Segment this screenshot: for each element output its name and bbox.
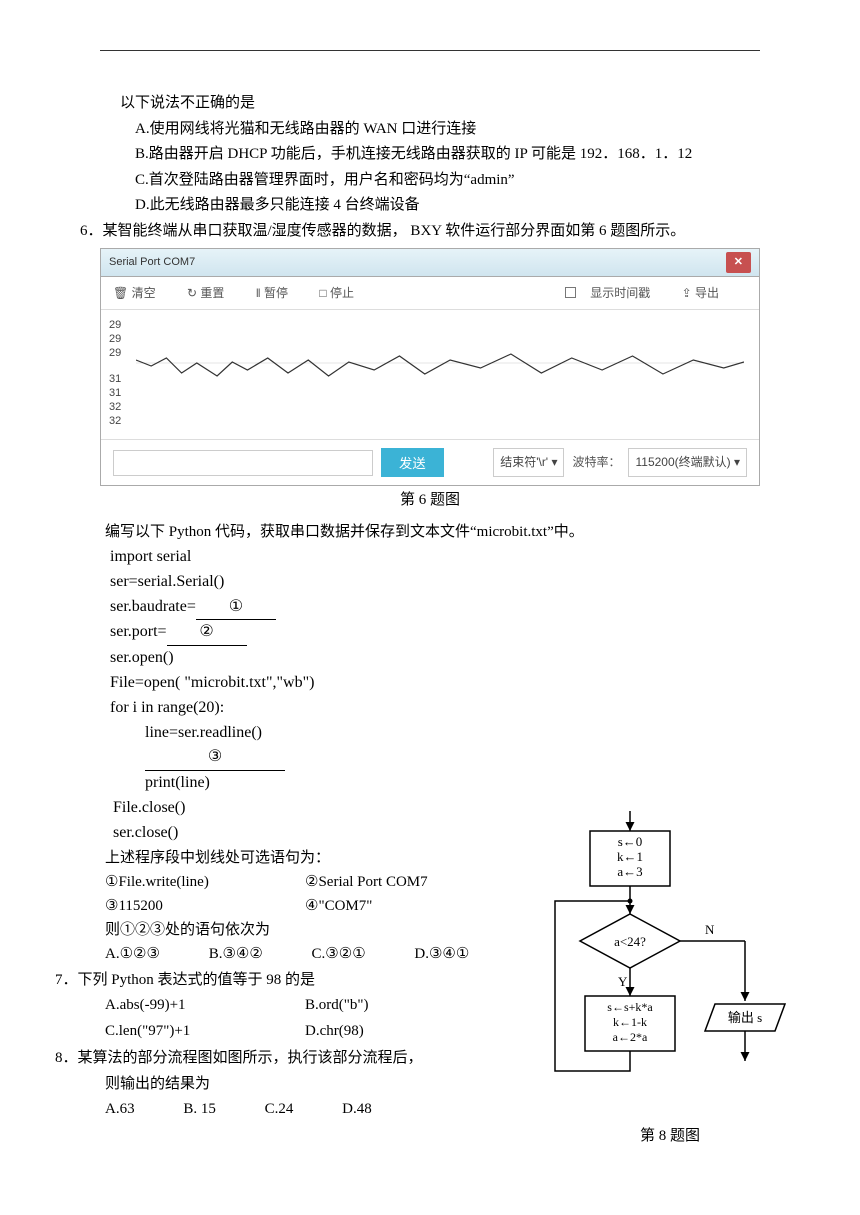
- q5-optB: B.路由器开启 DHCP 功能后，手机连接无线路由器获取的 IP 可能是 192…: [50, 142, 810, 168]
- q7-optD: D.chr(98): [305, 1019, 364, 1045]
- q8-optD: D.48: [342, 1097, 372, 1123]
- pause-button[interactable]: ‖ 暂停: [256, 286, 302, 300]
- q6-c4: ④"COM7": [305, 894, 372, 918]
- q6-optD: D.③④①: [414, 942, 469, 966]
- blank-3: ③: [145, 745, 285, 771]
- q8-caption: 第 8 题图: [530, 1124, 810, 1150]
- blank-1: ①: [196, 595, 276, 621]
- window-close-icon[interactable]: ✕: [726, 252, 751, 273]
- q5-optA: A.使用网线将光猫和无线路由器的 WAN 口进行连接: [50, 117, 810, 143]
- code-line: ③: [110, 745, 810, 771]
- svg-text:N: N: [705, 922, 715, 937]
- export-button[interactable]: ⇪ 导出: [682, 286, 733, 300]
- q6-c2: ②Serial Port COM7: [305, 870, 428, 894]
- q6-code: import serial ser=serial.Serial() ser.ba…: [50, 545, 810, 796]
- y-label: 29: [109, 318, 121, 332]
- code-line: line=ser.readline(): [110, 721, 810, 746]
- q7-optB: B.ord("b"): [305, 993, 369, 1019]
- q5-optD: D.此无线路由器最多只能连接 4 台终端设备: [50, 193, 810, 219]
- clear-button[interactable]: 🗑 清空: [113, 286, 170, 300]
- q8-optA: A.63: [105, 1097, 135, 1123]
- q6-optB: B.③④②: [209, 942, 263, 966]
- q5-optC: C.首次登陆路由器管理界面时，用户名和密码均为“admin”: [50, 168, 810, 194]
- q6-caption: 第 6 题图: [50, 488, 810, 514]
- svg-text:k←1-k: k←1-k: [613, 1015, 647, 1029]
- show-timestamp-checkbox[interactable]: 显示时间戳: [565, 286, 664, 300]
- q5-stem-cont: 以下说法不正确的是: [50, 91, 810, 117]
- y-label: 31: [109, 372, 121, 386]
- q7-num: 7．: [55, 972, 78, 988]
- q6-c1: ①File.write(line): [105, 870, 305, 894]
- q6-optC: C.③②①: [312, 942, 366, 966]
- code-line: ser.baudrate=①: [110, 595, 810, 621]
- svg-text:Y: Y: [618, 974, 628, 989]
- code-line: print(line): [110, 771, 810, 796]
- baud-label: 波特率：: [572, 452, 620, 472]
- q6-para: 编写以下 Python 代码，获取串口数据并保存到文本文件“microbit.t…: [50, 520, 810, 546]
- svg-text:k←1: k←1: [617, 849, 643, 864]
- reset-button[interactable]: ↻ 重置: [187, 286, 238, 300]
- q7-stem: 下列 Python 表达式的值等于 98 的是: [78, 972, 316, 988]
- line-ending-select[interactable]: 结束符'\r' ▾: [493, 448, 564, 476]
- serial-send-input[interactable]: [113, 450, 373, 476]
- flowchart: s←0 k←1 a←3 a<24? Y s←s+k*a k←1-k a←2*a: [530, 806, 790, 1116]
- send-button[interactable]: 发送: [381, 448, 444, 477]
- q6-num: 6．: [80, 223, 103, 239]
- y-label: 32: [109, 400, 121, 414]
- serial-port-window: Serial Port COM7 ✕ 🗑 清空 ↻ 重置 ‖ 暂停 □ 停止 显…: [100, 248, 760, 486]
- page-rule: [100, 50, 760, 51]
- svg-text:a←2*a: a←2*a: [613, 1030, 648, 1044]
- y-label: 29: [109, 346, 121, 360]
- q6-c3: ③115200: [105, 894, 305, 918]
- code-line: File.close(): [113, 796, 520, 821]
- code-line: for i in range(20):: [110, 696, 810, 721]
- svg-text:a<24?: a<24?: [614, 934, 646, 949]
- window-title: Serial Port COM7: [109, 253, 195, 272]
- q6-optA: A.①②③: [105, 942, 160, 966]
- svg-text:a←3: a←3: [617, 864, 642, 879]
- y-label: 32: [109, 414, 121, 428]
- code-line: ser.open(): [110, 646, 810, 671]
- q7-optA: A.abs(-99)+1: [105, 993, 305, 1019]
- code-line: File=open( "microbit.txt","wb"): [110, 671, 810, 696]
- y-label: 31: [109, 386, 121, 400]
- q6-choices-intro: 上述程序段中划线处可选语句为：: [105, 846, 520, 870]
- blank-2: ②: [167, 620, 247, 646]
- q8-num: 8．: [55, 1050, 78, 1066]
- q6-stem: 某智能终端从串口获取温/湿度传感器的数据， BXY 软件运行部分界面如第 6 题…: [103, 223, 686, 239]
- q7-optC: C.len("97")+1: [105, 1019, 305, 1045]
- code-line: import serial: [110, 545, 810, 570]
- svg-text:s←s+k*a: s←s+k*a: [607, 1000, 653, 1014]
- q8-stem1: 某算法的部分流程图如图所示，执行该部分流程后，: [78, 1050, 423, 1066]
- serial-chart: 29 29 29 31 31 32 32: [101, 310, 759, 440]
- svg-text:输出 s: 输出 s: [728, 1010, 762, 1025]
- code-line: ser.port=②: [110, 620, 810, 646]
- code-line: ser.close(): [113, 821, 520, 846]
- code-line: ser=serial.Serial(): [110, 570, 810, 595]
- y-label: 29: [109, 332, 121, 346]
- q8-stem2: 则输出的结果为: [50, 1072, 520, 1098]
- baud-select[interactable]: 115200(终端默认) ▾: [628, 448, 747, 476]
- stop-button[interactable]: □ 停止: [319, 286, 368, 300]
- q8-optB: B. 15: [183, 1097, 216, 1123]
- q6-ask: 则①②③处的语句依次为: [105, 918, 520, 942]
- q8-optC: C.24: [265, 1097, 294, 1123]
- svg-text:s←0: s←0: [618, 834, 643, 849]
